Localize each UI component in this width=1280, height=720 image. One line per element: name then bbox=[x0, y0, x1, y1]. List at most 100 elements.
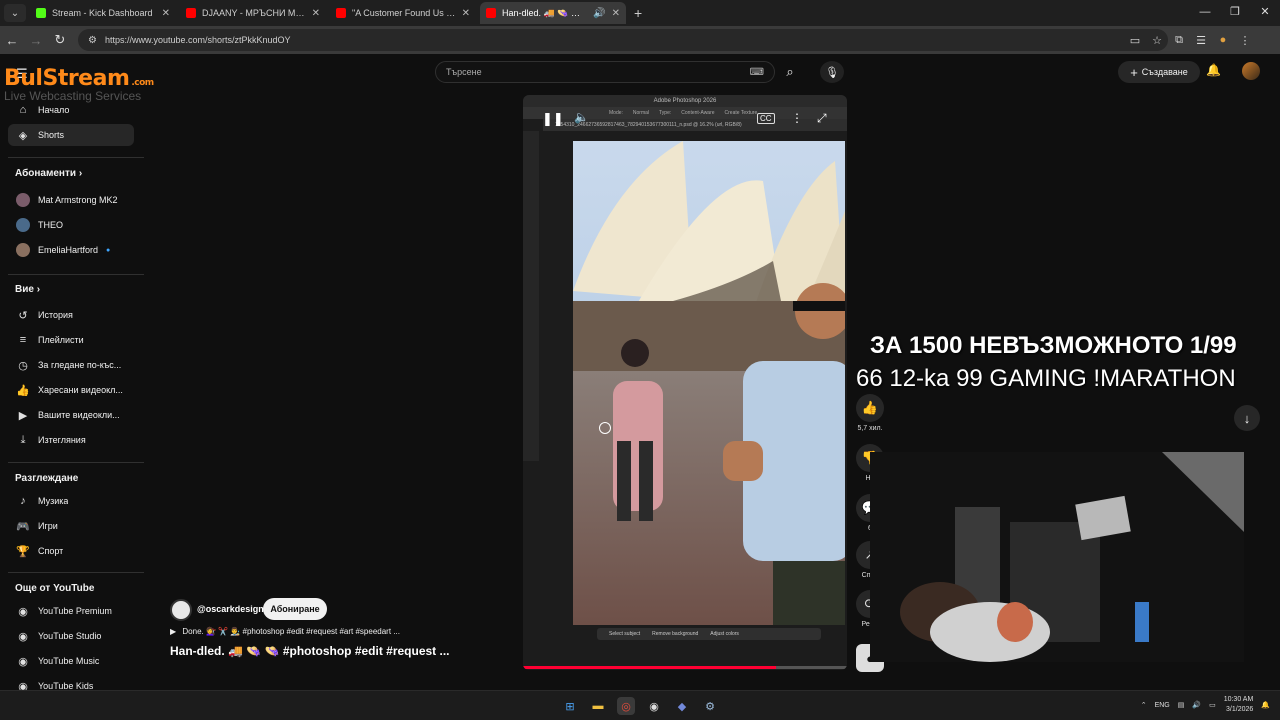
sidebar-item-playlists[interactable]: ≡ Плейлисти bbox=[8, 329, 134, 351]
youtube-shorts-page: ☰ ⌂ Начало ◈ Shorts Абонаменти › Mat Arm… bbox=[0, 54, 1280, 690]
volume-icon[interactable]: 🔈 bbox=[574, 110, 589, 124]
browser-tab-bar: ⌄ Stream - Kick Dashboard ✕ DJAANY - МРЪ… bbox=[0, 0, 1280, 26]
restore-icon[interactable]: ❐ bbox=[1220, 0, 1250, 26]
close-tab-icon[interactable]: ✕ bbox=[162, 8, 170, 19]
discord-icon[interactable]: ◆ bbox=[673, 697, 691, 715]
browser-toolbar: ← → ↻ ⚙ https://www.youtube.com/shorts/z… bbox=[0, 26, 1280, 54]
reading-list-icon[interactable]: ☰ bbox=[1190, 34, 1212, 47]
overlay-tagline: Live Webcasting Services bbox=[4, 89, 142, 103]
channel-name[interactable]: @oscarkdesign bbox=[197, 604, 264, 614]
site-info-icon[interactable]: ⚙ bbox=[88, 35, 97, 46]
video-progress-bar[interactable] bbox=[523, 666, 847, 669]
menu-icon[interactable]: ⋮ bbox=[1234, 34, 1256, 47]
battery-icon[interactable]: ▭ bbox=[1209, 701, 1216, 709]
sidebar-item-shorts[interactable]: ◈ Shorts bbox=[8, 124, 134, 146]
short-title[interactable]: Han-dled. 🚚 👒 👒 #photoshop #edit #reques… bbox=[170, 644, 450, 658]
audio-icon[interactable]: 🔊 bbox=[593, 8, 605, 19]
reload-icon[interactable]: ↻ bbox=[48, 32, 72, 48]
more-options-icon[interactable]: ⋮ bbox=[791, 111, 803, 125]
windows-start-icon[interactable]: ⊞ bbox=[561, 697, 579, 715]
steam-icon[interactable]: ⚙ bbox=[701, 697, 719, 715]
sidebar-item-liked[interactable]: 👍 Харесани видеокл... bbox=[8, 379, 134, 401]
avatar bbox=[16, 193, 30, 207]
network-icon[interactable]: ▤ bbox=[1178, 701, 1185, 709]
history-icon: ↺ bbox=[18, 309, 28, 322]
keyboard-icon[interactable]: ⌨ bbox=[750, 67, 764, 78]
profile-icon[interactable]: ● bbox=[1212, 34, 1234, 46]
search-input[interactable]: Търсене ⌨ bbox=[435, 61, 775, 83]
bulstream-overlay-logo: BulStream .com Live Webcasting Services bbox=[4, 66, 174, 112]
sidebar-item-history[interactable]: ↺ История bbox=[8, 304, 134, 326]
like-button[interactable]: 👍 5,7 хил. bbox=[856, 394, 884, 432]
sidebar-item-label: История bbox=[38, 310, 73, 320]
short-description[interactable]: ▶ Done. 💇‍♀️ ✂️ 👨‍🎨 #photoshop #edit #re… bbox=[170, 627, 400, 636]
extensions-icon[interactable]: ⧉ bbox=[1168, 34, 1190, 47]
like-count: 5,7 хил. bbox=[857, 425, 883, 432]
captions-button[interactable]: CC bbox=[757, 113, 775, 124]
notifications-bell-icon[interactable]: 🔔 bbox=[1206, 63, 1221, 77]
chevron-right-icon: › bbox=[78, 168, 83, 179]
address-bar[interactable]: ⚙ https://www.youtube.com/shorts/ztPkkKn… bbox=[78, 29, 1168, 51]
fullscreen-icon[interactable]: ⤢ bbox=[817, 111, 827, 126]
sidebar-divider bbox=[8, 274, 144, 275]
play-icon: ▶ bbox=[170, 627, 177, 636]
close-tab-icon[interactable]: ✕ bbox=[312, 8, 320, 19]
sidebar-item-gaming[interactable]: 🎮 Игри bbox=[8, 515, 134, 537]
sidebar-item-music[interactable]: ♪ Музика bbox=[8, 490, 134, 512]
create-button[interactable]: + Създаване bbox=[1118, 61, 1200, 83]
you-heading[interactable]: Вие › bbox=[15, 284, 40, 295]
user-avatar[interactable] bbox=[1242, 62, 1260, 80]
chrome-icon[interactable]: ◎ bbox=[617, 697, 635, 715]
tab-search-icon[interactable]: ⌄ bbox=[4, 4, 26, 22]
sidebar-item-youtube-music[interactable]: ◉ YouTube Music bbox=[8, 650, 134, 672]
search-button[interactable]: ⌕ bbox=[775, 61, 805, 83]
voice-search-button[interactable]: 🎙 bbox=[820, 61, 844, 83]
subscriptions-heading[interactable]: Абонаменти › bbox=[15, 168, 82, 179]
new-tab-button[interactable]: + bbox=[634, 5, 642, 21]
back-icon[interactable]: ← bbox=[0, 33, 24, 48]
browser-tab-yelp[interactable]: "A Customer Found Us on Yelp ✕ bbox=[330, 2, 476, 24]
pause-icon[interactable]: ❚❚ bbox=[542, 111, 564, 127]
sidebar-item-youtube-kids[interactable]: ◉ YouTube Kids bbox=[8, 675, 134, 691]
short-video-player[interactable]: Adobe Photoshop 2026 Mode: Normal Type: … bbox=[523, 95, 847, 670]
tab-title: Han-dled. 🚚 👒 👒 #photo bbox=[502, 7, 590, 18]
volume-tray-icon[interactable]: 🔊 bbox=[1192, 701, 1201, 709]
browser-tab-handled[interactable]: Han-dled. 🚚 👒 👒 #photo 🔊 ✕ bbox=[480, 2, 626, 24]
sidebar-item-subscription[interactable]: THEO bbox=[8, 214, 134, 236]
ps-action: Select subject bbox=[609, 631, 641, 637]
tray-chevron-icon[interactable]: ⌃ bbox=[1141, 701, 1147, 709]
minimize-icon[interactable]: — bbox=[1190, 0, 1220, 26]
bookmark-star-icon[interactable]: ☆ bbox=[1146, 34, 1168, 47]
your-videos-icon: ▶ bbox=[18, 409, 28, 422]
sidebar-item-subscription[interactable]: EmeliaHartford ● bbox=[8, 239, 134, 261]
browser-tab-kick[interactable]: Stream - Kick Dashboard ✕ bbox=[30, 2, 176, 24]
photoshop-contextual-bar: Select subject Remove background Adjust … bbox=[597, 628, 821, 640]
close-window-icon[interactable]: ✕ bbox=[1250, 0, 1280, 26]
subscribe-button[interactable]: Абониране bbox=[263, 598, 327, 620]
browser-tab-djaany[interactable]: DJAANY - МРЪСНИ МИСЛИ [ ✕ bbox=[180, 2, 326, 24]
sidebar-item-downloads[interactable]: ⤓ Изтегляния bbox=[8, 429, 134, 451]
next-short-button[interactable]: ↓ bbox=[1234, 405, 1260, 431]
ps-action: Adjust colors bbox=[710, 631, 739, 637]
ps-option: Type: bbox=[659, 110, 672, 116]
obs-icon[interactable]: ◉ bbox=[645, 697, 663, 715]
sidebar-item-youtube-premium[interactable]: ◉ YouTube Premium bbox=[8, 600, 134, 622]
sidebar-item-watch-later[interactable]: ◷ За гледане по-къс... bbox=[8, 354, 134, 376]
language-indicator[interactable]: ENG bbox=[1155, 702, 1170, 709]
cast-icon[interactable]: ▭ bbox=[1124, 34, 1146, 47]
thumbs-up-icon: 👍 bbox=[856, 394, 884, 422]
sidebar-item-sports[interactable]: 🏆 Спорт bbox=[8, 540, 134, 562]
close-tab-icon[interactable]: ✕ bbox=[612, 8, 620, 19]
new-content-dot-icon: ● bbox=[106, 246, 111, 254]
notifications-tray-icon[interactable]: 🔔 bbox=[1261, 701, 1270, 709]
close-tab-icon[interactable]: ✕ bbox=[462, 8, 470, 19]
sidebar-item-youtube-studio[interactable]: ◉ YouTube Studio bbox=[8, 625, 134, 647]
youtube-favicon-icon bbox=[186, 8, 196, 18]
clock[interactable]: 10:30 AM 3/1/2026 bbox=[1224, 695, 1254, 715]
forward-icon[interactable]: → bbox=[24, 33, 48, 48]
file-explorer-icon[interactable]: ▬ bbox=[589, 697, 607, 715]
sidebar-item-subscription[interactable]: Mat Armstrong MK2 bbox=[8, 189, 134, 211]
more-from-youtube-heading: Още от YouTube bbox=[15, 583, 95, 594]
channel-avatar[interactable] bbox=[170, 599, 192, 621]
sidebar-item-your-videos[interactable]: ▶ Вашите видеокли... bbox=[8, 404, 134, 426]
